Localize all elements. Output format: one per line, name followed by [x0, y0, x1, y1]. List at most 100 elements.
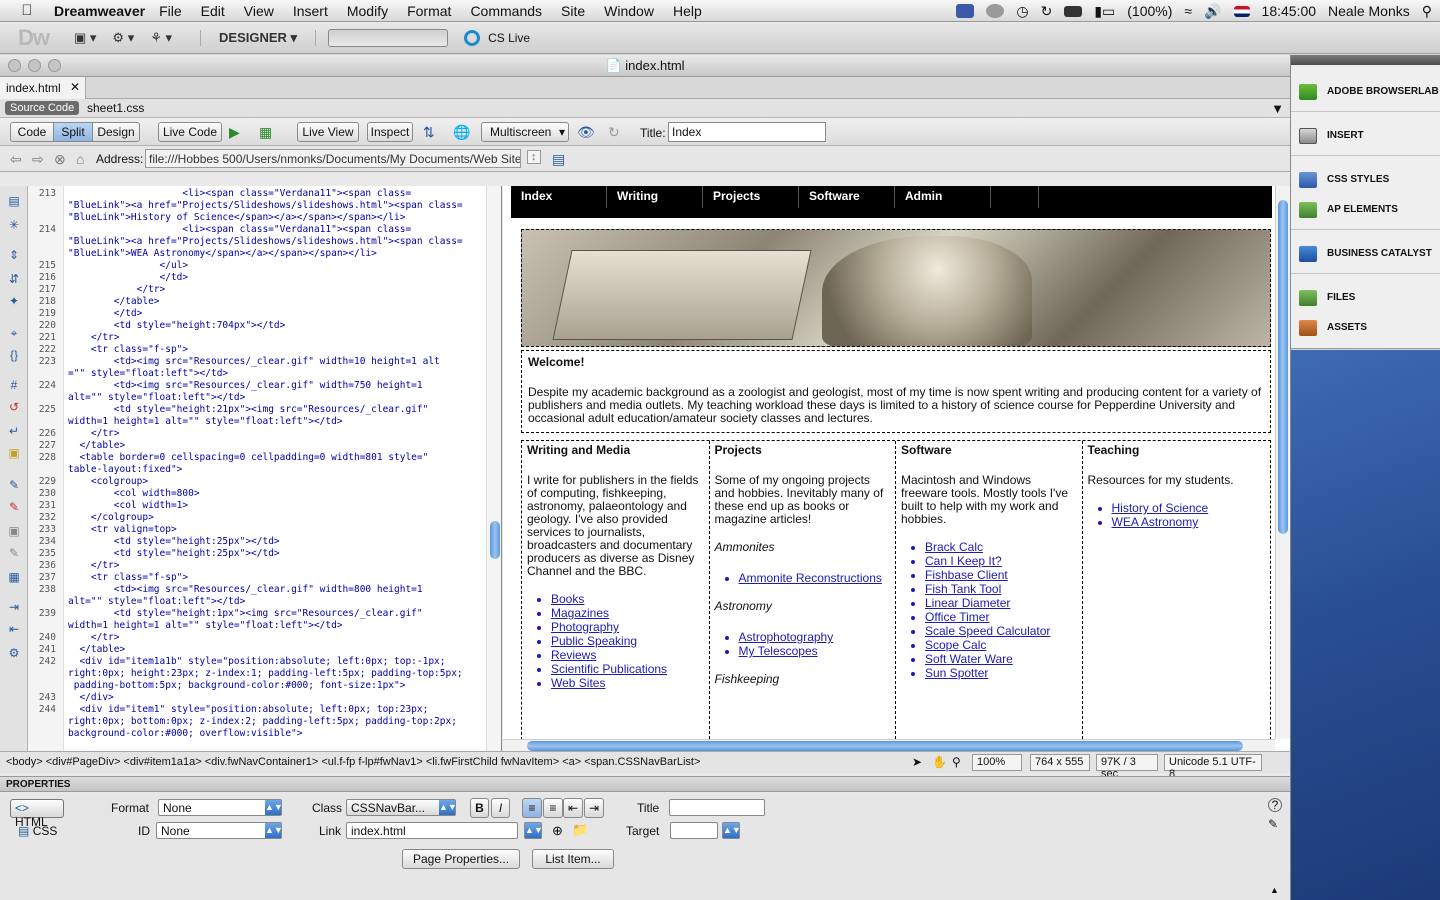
- close-window-button[interactable]: [8, 59, 21, 72]
- visual-aids-icon[interactable]: 👁: [577, 124, 595, 141]
- list-item[interactable]: History of Science: [1112, 501, 1266, 515]
- list-item[interactable]: My Telescopes: [739, 644, 891, 658]
- code-line[interactable]: <col width=1>: [68, 500, 484, 512]
- recent-snippets-icon[interactable]: ✎: [6, 546, 22, 560]
- code-line[interactable]: <li><span class="Verdana11"><span class=…: [68, 224, 484, 260]
- back-icon[interactable]: ⇦: [10, 151, 22, 168]
- list-item[interactable]: Fish Tank Tool: [925, 582, 1077, 596]
- highlight-invalid-code-icon[interactable]: ↺: [6, 400, 22, 414]
- spotlight-icon[interactable]: ⚲: [1422, 3, 1432, 20]
- volume-icon[interactable]: 🔊: [1204, 3, 1221, 20]
- list-item[interactable]: Can I Keep It?: [925, 554, 1077, 568]
- list-item[interactable]: Soft Water Ware: [925, 652, 1077, 666]
- indent-code-icon[interactable]: ⇥: [6, 600, 22, 614]
- menu-window[interactable]: Window: [604, 3, 654, 19]
- zoom-tool-icon[interactable]: ⚲: [952, 755, 961, 769]
- nav-admin[interactable]: Admin: [895, 186, 991, 208]
- code-line[interactable]: </tr>: [68, 560, 484, 572]
- menu-file[interactable]: File: [159, 3, 182, 19]
- live-view-button[interactable]: Live View: [297, 122, 359, 142]
- panel-files[interactable]: FILES: [1291, 285, 1440, 311]
- link-input[interactable]: index.html: [346, 822, 518, 839]
- properties-header[interactable]: PROPERTIES: [0, 776, 1290, 792]
- list-item[interactable]: Astrophotography: [739, 630, 891, 644]
- list-item[interactable]: Reviews: [551, 648, 704, 662]
- list-item[interactable]: Books: [551, 592, 704, 606]
- battery-icon[interactable]: ▮▭: [1094, 3, 1115, 20]
- select-tool-icon[interactable]: ➤: [912, 755, 922, 769]
- code-line[interactable]: <td style="height:25px"></td>: [68, 536, 484, 548]
- list-item[interactable]: Scale Speed Calculator: [925, 624, 1077, 638]
- wifi-icon[interactable]: ≈: [1184, 3, 1192, 19]
- outdent-button[interactable]: ⇤: [563, 798, 583, 818]
- code-line[interactable]: </tr>: [68, 332, 484, 344]
- show-code-navigator-icon[interactable]: ✳: [6, 218, 22, 232]
- site-icon[interactable]: ⚘ ▾: [150, 30, 172, 46]
- list-item[interactable]: Magazines: [551, 606, 704, 620]
- code-line[interactable]: <li><span class="Verdana11"><span class=…: [68, 188, 484, 224]
- code-line[interactable]: <div id="item1" style="position:absolute…: [68, 704, 484, 740]
- code-line[interactable]: <td style="height:1px"><img src="Resourc…: [68, 608, 484, 632]
- collapse-selection-icon[interactable]: ⇵: [6, 272, 22, 286]
- home-icon[interactable]: ⌂: [76, 151, 84, 167]
- code-line[interactable]: <td style="height:704px"></td>: [68, 320, 484, 332]
- list-item[interactable]: Public Speaking: [551, 634, 704, 648]
- design-vertical-scroll-thumb[interactable]: [1278, 200, 1288, 534]
- sync-icon[interactable]: [986, 4, 1005, 18]
- status-menu-icon[interactable]: [956, 4, 975, 18]
- close-icon[interactable]: ✕: [70, 80, 80, 94]
- format-select[interactable]: None ▲▼: [158, 799, 283, 816]
- check-browser-icon[interactable]: ▶: [229, 124, 240, 141]
- zoom-window-button[interactable]: [48, 59, 61, 72]
- window-size-select[interactable]: 764 x 555: [1030, 754, 1090, 771]
- code-line[interactable]: <div id="item1a1b" style="position:absol…: [68, 656, 484, 692]
- design-vertical-scrollbar[interactable]: [1275, 186, 1290, 739]
- filter-icon[interactable]: ▼: [1271, 101, 1284, 116]
- format-source-icon[interactable]: ⚙: [6, 646, 22, 660]
- code-line[interactable]: <tr valign=top>: [68, 524, 484, 536]
- browser-options-icon[interactable]: ▤: [552, 151, 565, 168]
- code-line[interactable]: <tr class="f-sp">: [68, 572, 484, 584]
- code-line[interactable]: <tr class="f-sp">: [68, 344, 484, 356]
- file-transfer-icon[interactable]: ⇅: [423, 124, 435, 141]
- link-title-input[interactable]: [669, 799, 765, 816]
- page-properties-button[interactable]: Page Properties...: [402, 849, 520, 869]
- code-line[interactable]: </tr>: [68, 284, 484, 296]
- syntax-coloring-icon[interactable]: ▣: [6, 446, 22, 460]
- design-horizontal-scroll-thumb[interactable]: [527, 741, 1243, 751]
- list-item[interactable]: Scope Calc: [925, 638, 1077, 652]
- italic-button[interactable]: I: [491, 798, 510, 818]
- inspect-button[interactable]: Inspect: [367, 122, 413, 142]
- tab-index-html[interactable]: index.html ✕: [0, 77, 86, 99]
- time-machine-icon[interactable]: ◷: [1016, 3, 1028, 20]
- stop-icon[interactable]: ⊗: [54, 151, 66, 168]
- validate-icon[interactable]: ▦: [259, 124, 272, 141]
- collapse-arrow-icon[interactable]: ▲: [1270, 885, 1279, 895]
- code-line[interactable]: <col width=800>: [68, 488, 484, 500]
- browse-folder-icon[interactable]: 📁: [572, 822, 588, 838]
- list-item[interactable]: Scientific Publications: [551, 662, 704, 676]
- quick-tag-editor-icon[interactable]: ✎: [1268, 817, 1278, 831]
- apple-icon[interactable]: : [0, 2, 54, 19]
- code-line[interactable]: </div>: [68, 692, 484, 704]
- design-horizontal-scrollbar[interactable]: [503, 739, 1275, 751]
- live-code-button[interactable]: Live Code: [158, 122, 222, 142]
- open-documents-icon[interactable]: ▤: [6, 194, 22, 208]
- code-line[interactable]: </table>: [68, 440, 484, 452]
- design-view-button[interactable]: Design: [92, 122, 140, 142]
- panel-insert[interactable]: INSERT: [1291, 123, 1440, 149]
- target-dropdown[interactable]: ▲▼: [722, 822, 741, 839]
- document-title-input[interactable]: Index: [668, 122, 826, 142]
- nav-projects[interactable]: Projects: [703, 186, 799, 208]
- help-search-input[interactable]: [328, 28, 449, 47]
- class-select[interactable]: CSSNavBar... ▲▼: [346, 799, 457, 816]
- expand-all-icon[interactable]: ✦: [6, 294, 22, 308]
- id-select[interactable]: None ▲▼: [156, 822, 283, 839]
- bold-button[interactable]: B: [470, 798, 489, 818]
- refresh-icon[interactable]: ↻: [1041, 3, 1053, 20]
- list-item-button[interactable]: List Item...: [532, 849, 614, 869]
- point-to-file-icon[interactable]: ⊕: [552, 823, 563, 839]
- code-line[interactable]: <colgroup>: [68, 476, 484, 488]
- code-scrollbar[interactable]: [486, 186, 501, 751]
- zoom-select[interactable]: 100%: [972, 754, 1022, 771]
